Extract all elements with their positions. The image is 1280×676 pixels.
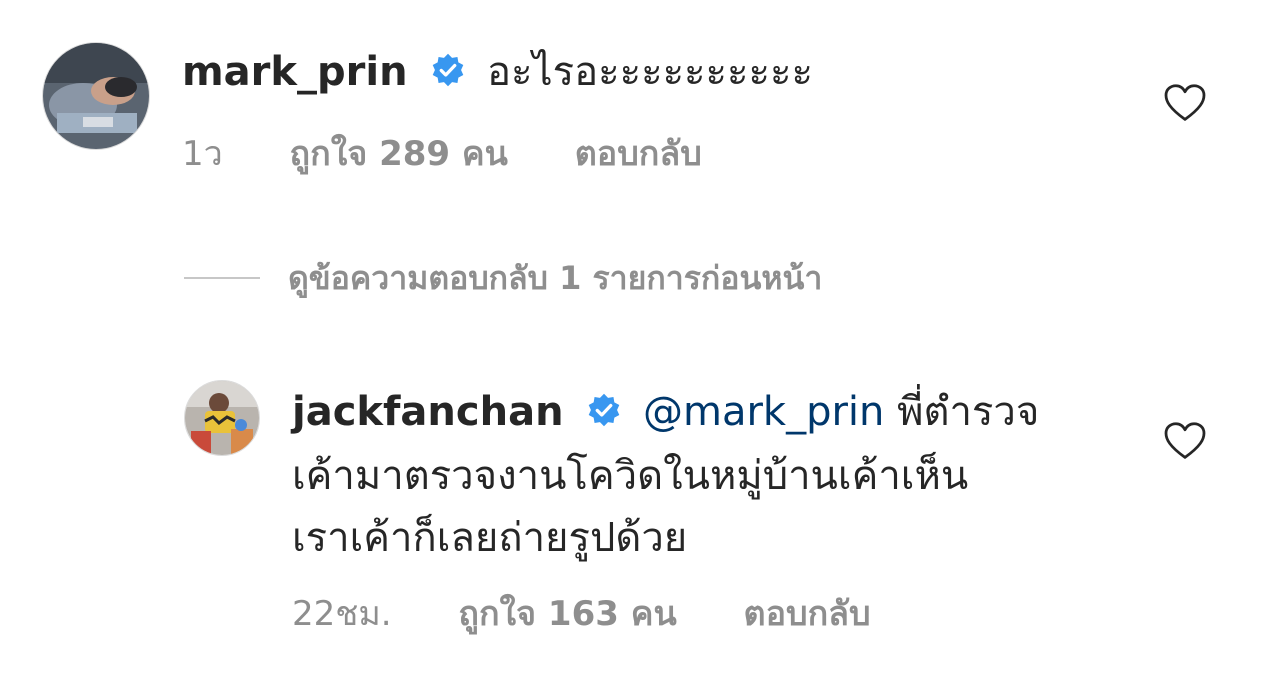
heart-outline-icon xyxy=(1164,84,1206,121)
avatar-jackfanchan[interactable] xyxy=(184,380,260,456)
comment-2-line-2: เค้ามาตรวจงานโควิดในหมู่บ้านเค้าเห็น xyxy=(292,450,968,502)
verified-badge-icon xyxy=(586,392,622,428)
avatar-image xyxy=(43,43,149,149)
view-replies-label: ดูข้อความตอบกลับ 1 รายการก่อนหน้า xyxy=(288,258,823,297)
comment-1-body: mark_prin อะไรอะะะะะะะะะะ xyxy=(182,46,813,98)
comment-text: เค้ามาตรวจงานโควิดในหมู่บ้านเค้าเห็น xyxy=(292,453,969,499)
comment-time[interactable]: 1ว xyxy=(182,134,223,174)
view-previous-replies[interactable]: ดูข้อความตอบกลับ 1 รายการก่อนหน้า xyxy=(184,252,822,304)
comment-2-line-1: jackfanchan @mark_prin พี่ตำรวจ xyxy=(292,386,1039,438)
divider-line xyxy=(184,277,260,279)
comment-2-line-3: เราเค้าก็เลยถ่ายรูปด้วย xyxy=(292,512,687,564)
like-button[interactable] xyxy=(1164,84,1206,122)
like-count[interactable]: ถูกใจ 163 คน xyxy=(458,594,676,634)
comment-text: เราเค้าก็เลยถ่ายรูปด้วย xyxy=(292,515,688,561)
mention-link[interactable]: @mark_prin xyxy=(643,389,884,435)
comment-2-meta: 22ชม. ถูกใจ 163 คน ตอบกลับ xyxy=(292,592,927,636)
heart-outline-icon xyxy=(1164,422,1206,459)
comment-text: พี่ตำรวจ xyxy=(897,389,1040,435)
like-button[interactable] xyxy=(1164,422,1206,460)
like-count[interactable]: ถูกใจ 289 คน xyxy=(290,134,508,174)
verified-badge-icon xyxy=(430,52,466,88)
reply-button[interactable]: ตอบกลับ xyxy=(744,594,871,634)
username[interactable]: mark_prin xyxy=(182,49,408,95)
avatar-mark-prin[interactable] xyxy=(42,42,150,150)
avatar-image xyxy=(185,381,259,455)
comment-time[interactable]: 22ชม. xyxy=(292,594,392,634)
reply-button[interactable]: ตอบกลับ xyxy=(575,134,702,174)
username[interactable]: jackfanchan xyxy=(292,389,564,435)
comment-1-meta: 1ว ถูกใจ 289 คน ตอบกลับ xyxy=(182,132,758,176)
comment-text: อะไรอะะะะะะะะะะ xyxy=(486,49,813,95)
